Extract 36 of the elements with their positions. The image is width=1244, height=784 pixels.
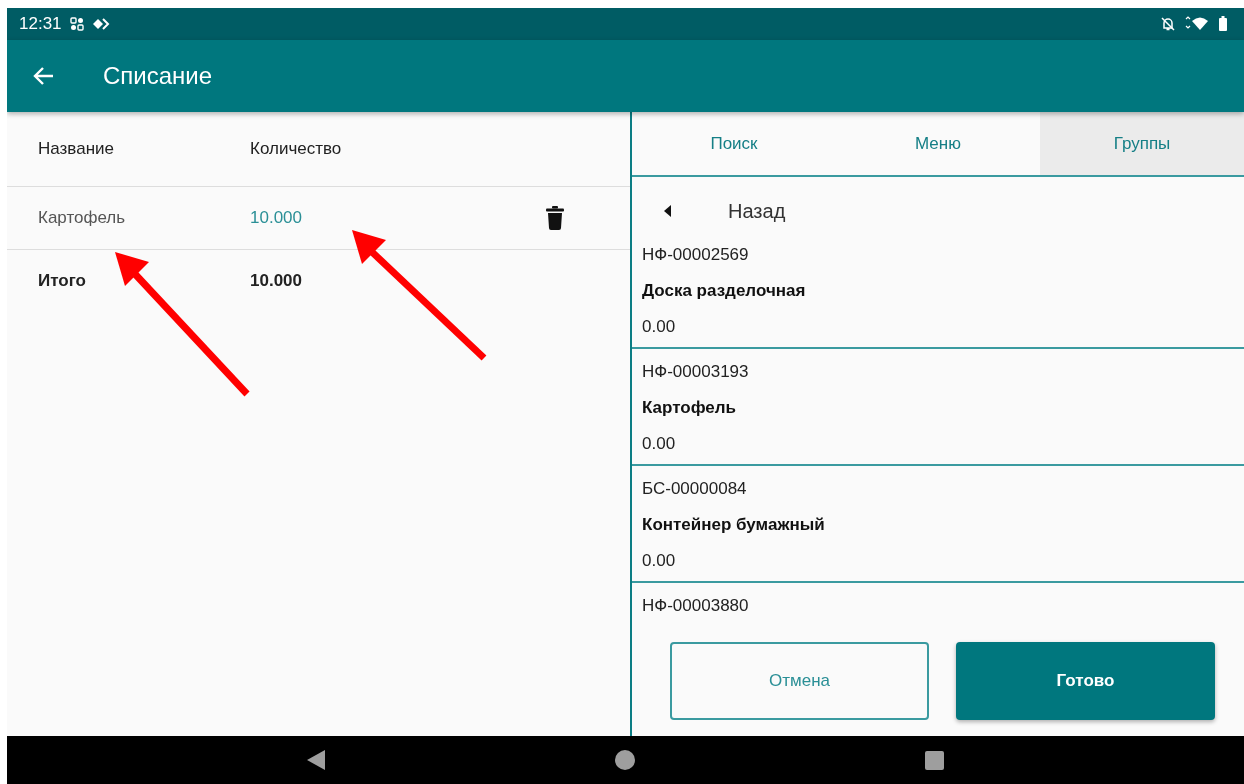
- cancel-button[interactable]: Отмена: [670, 642, 929, 720]
- product-code: НФ-00003880: [642, 596, 750, 616]
- column-header: Название: [38, 139, 115, 159]
- product-name: Контейнер бумажный: [642, 515, 826, 535]
- total-value: 10.000: [250, 271, 303, 291]
- notification-icon: [69, 17, 84, 31]
- tab[interactable]: Группы: [1040, 112, 1244, 175]
- product-name: Картофель: [38, 208, 127, 228]
- status-time: 12:31: [19, 14, 62, 34]
- product-name: Доска разделочная: [642, 281, 807, 301]
- product-list-item[interactable]: НФ-00002569 Доска разделочная 0.00: [632, 245, 1244, 349]
- back-arrow-icon[interactable]: [33, 66, 55, 86]
- product-code: НФ-00003193: [642, 362, 750, 382]
- overview-square-icon[interactable]: [925, 750, 944, 770]
- product-list-item[interactable]: БС-00000084 Контейнер бумажный 0.00: [632, 466, 1244, 583]
- product-quantity: 0.00: [642, 317, 677, 337]
- product-quantity: 0.00: [642, 434, 677, 454]
- quantity-value[interactable]: 10.000: [250, 208, 462, 228]
- home-circle-icon[interactable]: [615, 750, 635, 770]
- done-button[interactable]: Готово: [956, 642, 1215, 720]
- screen-title: Списание: [103, 62, 213, 90]
- product-list-item[interactable]: НФ-00003880: [632, 583, 1244, 626]
- product-name: Картофель: [642, 398, 738, 418]
- product-list-item[interactable]: НФ-00003193 Картофель 0.00: [632, 349, 1244, 466]
- wifi-icon: [1184, 16, 1210, 32]
- caret-icon: [664, 205, 672, 217]
- column-header: Количество: [250, 139, 343, 159]
- product-code: НФ-00002569: [642, 245, 750, 265]
- total-label: Итого: [38, 271, 87, 291]
- trash-icon[interactable]: [546, 206, 564, 230]
- diamond-arrows-icon: [91, 18, 110, 30]
- battery-icon: [1218, 16, 1228, 32]
- product-code: БС-00000084: [642, 479, 748, 499]
- muted-bell-icon: [1160, 16, 1176, 32]
- product-quantity: 0.00: [642, 551, 677, 571]
- back-triangle-icon[interactable]: [307, 750, 325, 770]
